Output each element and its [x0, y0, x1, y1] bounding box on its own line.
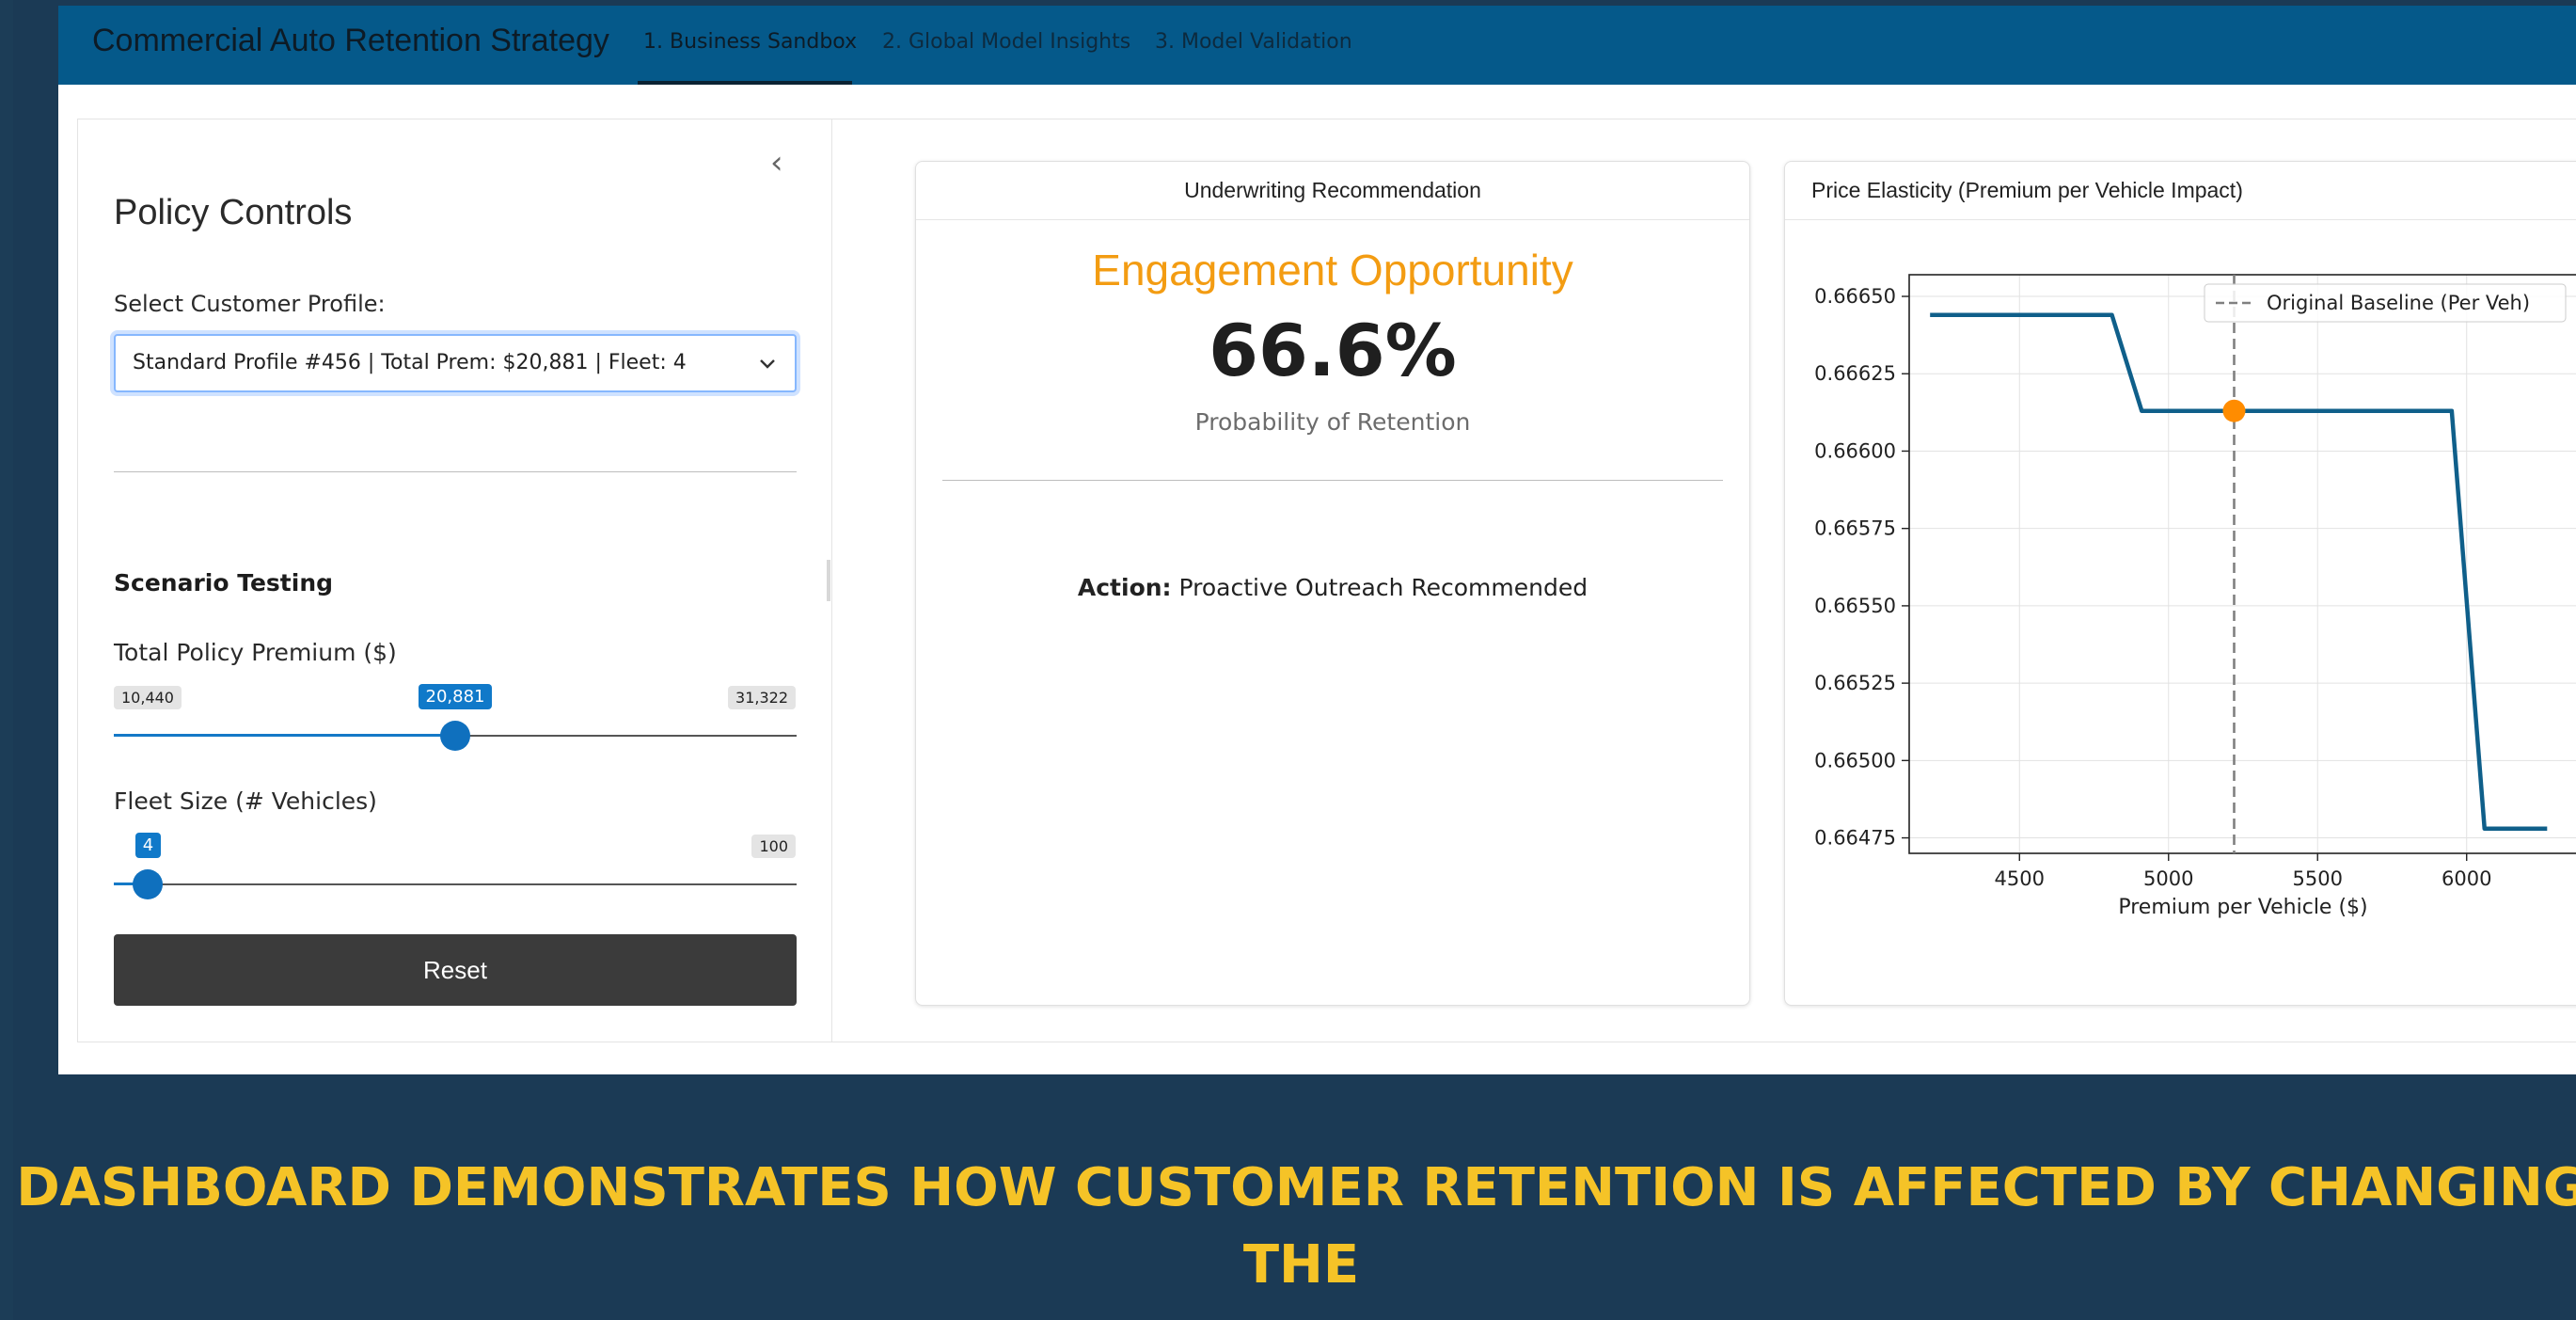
caption-line-1: DASHBOARD DEMONSTRATES HOW CUSTOMER RETE… — [16, 1157, 2576, 1296]
recommendation-status: Engagement Opportunity — [1092, 246, 1573, 294]
y-tick-label: 0.66525 — [1814, 672, 1896, 694]
recommended-action: Action: Proactive Outreach Recommended — [916, 574, 1749, 601]
legend-baseline-label: Original Baseline (Per Veh) — [2267, 292, 2530, 314]
profile-select-label: Select Customer Profile: — [114, 291, 386, 317]
action-text: Proactive Outreach Recommended — [1171, 574, 1588, 601]
y-tick-label: 0.66600 — [1814, 439, 1896, 462]
fleet-slider-max: 100 — [751, 835, 796, 858]
fleet-slider-thumb[interactable] — [133, 869, 164, 899]
premium-slider-value: 20,881 — [418, 684, 493, 709]
y-tick-label: 0.66550 — [1814, 595, 1896, 617]
y-tick-label: 0.66625 — [1814, 362, 1896, 385]
sidebar-resize-handle[interactable] — [827, 560, 830, 601]
elasticity-series-line — [1930, 312, 2548, 831]
fleet-slider-value: 4 — [134, 833, 162, 858]
reset-button[interactable]: Reset — [114, 934, 797, 1006]
x-tick-label: 6000 — [2442, 867, 2491, 890]
chart-card-header: Price Elasticity (Premium per Vehicle Im… — [1785, 162, 2576, 220]
premium-slider-label: Total Policy Premium ($) — [114, 639, 397, 666]
app-title: Commercial Auto Retention Strategy — [92, 23, 609, 58]
presentation-frame: Commercial Auto Retention Strategy 1. Bu… — [13, 0, 2576, 1320]
tab-model-validation[interactable]: 3. Model Validation — [1155, 30, 1352, 54]
sidebar-divider — [114, 471, 797, 472]
tab-global-model-insights[interactable]: 2. Global Model Insights — [882, 30, 1130, 54]
plot-frame — [1908, 274, 2576, 854]
premium-slider-max: 31,322 — [728, 686, 796, 709]
y-tick-label: 0.66475 — [1814, 827, 1896, 850]
premium-slider-thumb[interactable] — [440, 721, 470, 751]
profile-select-value: Standard Profile #456 | Total Prem: $20,… — [133, 351, 687, 374]
recommendation-card: Underwriting Recommendation Engagement O… — [915, 161, 1750, 1006]
recommendation-card-title: Underwriting Recommendation — [1184, 178, 1481, 202]
x-tick-label: 5500 — [2293, 867, 2343, 890]
current-premium-point — [2222, 399, 2246, 422]
sidebar-title: Policy Controls — [114, 193, 353, 232]
fleet-slider-label: Fleet Size (# Vehicles) — [114, 787, 377, 815]
x-tick-label: 5000 — [2143, 867, 2193, 890]
caption-line-2: POLICY PREMIUM AND FLEET SIZE — [13, 1304, 2576, 1320]
scenario-testing-title: Scenario Testing — [114, 569, 334, 596]
y-tick-label: 0.66575 — [1814, 517, 1896, 540]
recommendation-divider — [942, 480, 1723, 481]
x-axis-label: Premium per Vehicle ($) — [2118, 896, 2367, 919]
price-elasticity-chart: 4500 5000 5500 6000 0.66475 0.66500 0.66525 0.6… — [1814, 274, 2576, 919]
price-elasticity-card: Price Elasticity (Premium per Vehicle Im… — [1784, 161, 2576, 1006]
customer-profile-select[interactable]: Standard Profile #456 | Total Prem: $20,… — [114, 334, 797, 392]
recommendation-card-header: Underwriting Recommendation — [916, 162, 1749, 220]
tab-business-sandbox[interactable]: 1. Business Sandbox — [643, 30, 857, 54]
fleet-slider-track[interactable] — [114, 883, 797, 885]
x-tick-label: 4500 — [1995, 867, 2045, 890]
top-navbar: Commercial Auto Retention Strategy 1. Bu… — [58, 6, 2576, 85]
premium-slider-min: 10,440 — [114, 686, 182, 709]
y-tick-label: 0.66500 — [1814, 749, 1896, 771]
active-tab-indicator — [638, 81, 852, 85]
y-tick-label: 0.66650 — [1814, 285, 1896, 308]
chevron-left-icon[interactable]: ‹ — [770, 144, 783, 182]
chevron-down-icon — [760, 359, 775, 369]
premium-slider-fill — [114, 734, 455, 737]
retention-probability-label: Probability of Retention — [1194, 408, 1471, 436]
main-content: ‹ Policy Controls Select Customer Profil… — [77, 119, 2576, 1042]
slide-caption: DASHBOARD DEMONSTRATES HOW CUSTOMER RETE… — [13, 1150, 2576, 1320]
retention-probability: 66.6% — [1209, 309, 1457, 392]
app-window: Commercial Auto Retention Strategy 1. Bu… — [58, 6, 2576, 1074]
policy-controls-sidebar: ‹ Policy Controls Select Customer Profil… — [78, 119, 832, 1042]
chart-card-title: Price Elasticity (Premium per Vehicle Im… — [1811, 178, 2243, 202]
action-label: Action: — [1077, 574, 1172, 601]
